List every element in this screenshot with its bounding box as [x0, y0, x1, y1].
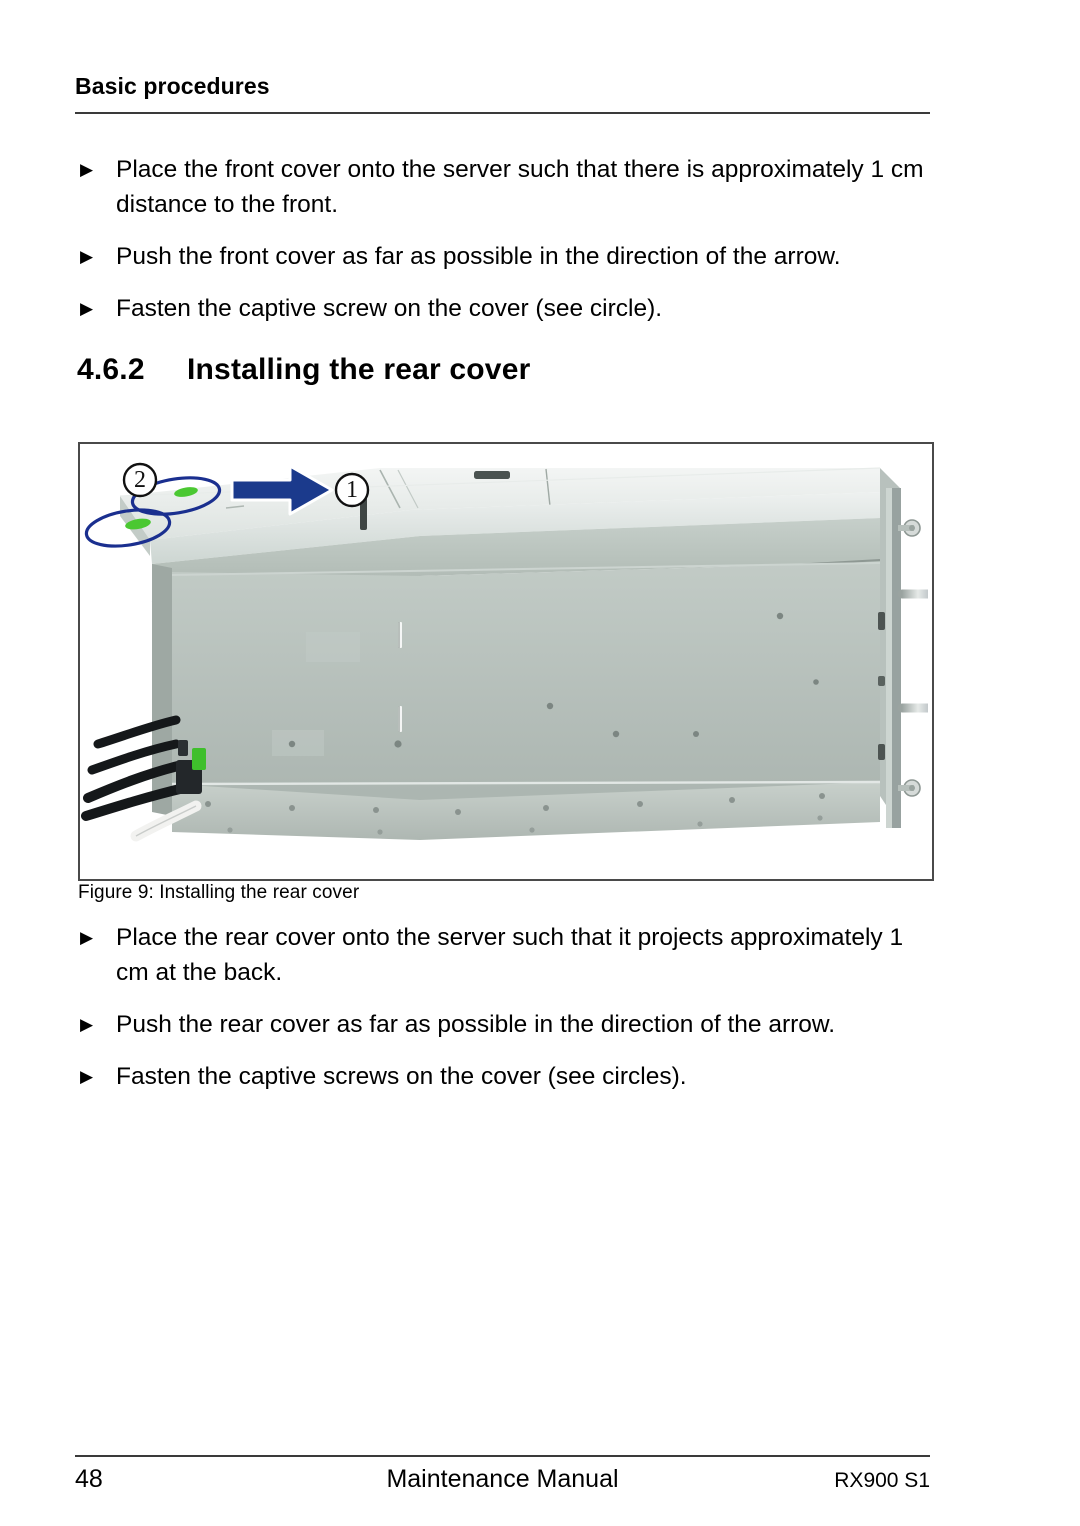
svg-text:1: 1 — [346, 477, 358, 503]
list-item-text: Fasten the captive screw on the cover (s… — [116, 295, 663, 322]
list-item: ▶ Push the front cover as far as possibl… — [75, 239, 937, 274]
list-item-text: Fasten the captive screws on the cover (… — [116, 1063, 687, 1090]
section-number: 4.6.2 — [77, 353, 145, 386]
page-footer: 48 Maintenance Manual RX900 S1 — [75, 1465, 930, 1505]
list-item-text: Place the front cover onto the server su… — [116, 156, 924, 218]
section-title: Installing the rear cover — [187, 353, 531, 386]
server-chassis — [151, 518, 881, 840]
bullet-triangle-icon: ▶ — [80, 299, 94, 318]
footer-document-title: Maintenance Manual — [386, 1465, 619, 1493]
running-header: Basic procedures — [75, 74, 930, 98]
svg-text:2: 2 — [134, 467, 146, 493]
bullet-triangle-icon: ▶ — [80, 928, 94, 947]
list-item: ▶ Fasten the captive screws on the cover… — [75, 1059, 937, 1094]
list-item-text: Push the front cover as far as possible … — [116, 243, 841, 270]
callout-1-marker: 1 — [334, 472, 370, 508]
list-item: ▶ Fasten the captive screw on the cover … — [75, 291, 937, 326]
list-item-text: Place the rear cover onto the server suc… — [116, 924, 904, 986]
bullet-triangle-icon: ▶ — [80, 1067, 94, 1086]
list-item: ▶ Push the rear cover as far as possible… — [75, 1007, 937, 1042]
green-connector-tab — [192, 748, 206, 770]
header-title: Basic procedures — [75, 73, 270, 99]
callout-2-marker: 2 — [122, 462, 158, 498]
rear-cover-steps: ▶ Place the rear cover onto the server s… — [75, 920, 937, 1094]
figure-frame: 1 2 — [78, 442, 934, 881]
header-divider — [75, 112, 930, 114]
figure-caption: Figure 9: Installing the rear cover — [78, 882, 360, 903]
bullet-triangle-icon: ▶ — [80, 1015, 94, 1034]
list-item-text: Push the rear cover as far as possible i… — [116, 1011, 836, 1038]
server-rear-cover-photo: 1 2 — [80, 444, 928, 875]
footer-product-name: RX900 S1 — [834, 1469, 930, 1492]
list-item: ▶ Place the front cover onto the server … — [75, 152, 937, 222]
list-item: ▶ Place the rear cover onto the server s… — [75, 920, 937, 990]
front-cover-steps: ▶ Place the front cover onto the server … — [75, 152, 937, 326]
bullet-triangle-icon: ▶ — [80, 160, 94, 179]
footer-divider — [75, 1455, 930, 1457]
section-heading: 4.6.2 Installing the rear cover — [77, 353, 530, 387]
bullet-triangle-icon: ▶ — [80, 247, 94, 266]
document-page: Basic procedures ▶ Place the front cover… — [0, 0, 1080, 1526]
